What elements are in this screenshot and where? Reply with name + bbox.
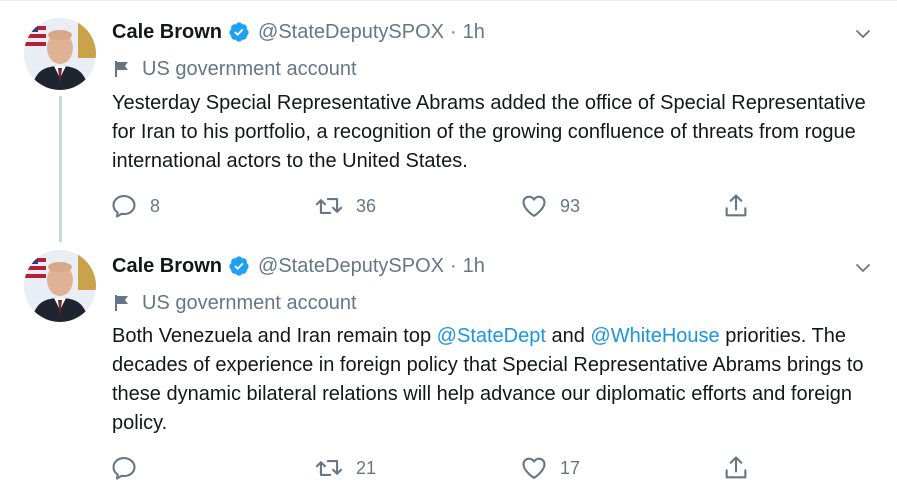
verified-badge-icon bbox=[228, 21, 250, 43]
separator-dot: · bbox=[449, 20, 457, 43]
retweet-count: 36 bbox=[356, 195, 377, 216]
chevron-down-icon[interactable] bbox=[853, 24, 873, 44]
like-icon bbox=[522, 195, 546, 217]
avatar[interactable] bbox=[24, 18, 96, 90]
tweet-actions: 8 36 93 bbox=[110, 190, 770, 222]
author-name[interactable]: Cale Brown bbox=[112, 21, 222, 44]
retweet-button[interactable]: 36 bbox=[314, 190, 376, 222]
retweet-icon bbox=[315, 198, 343, 214]
tweet[interactable] bbox=[0, 238, 897, 495]
share-icon bbox=[725, 194, 747, 217]
share-button[interactable] bbox=[722, 190, 750, 222]
government-label: US government account bbox=[112, 57, 357, 81]
tweet[interactable]: Cale Brown @StateDeputySPOX · 1h US gove… bbox=[0, 0, 897, 242]
government-label-text: US government account bbox=[142, 57, 357, 80]
tweet-header: Cale Brown @StateDeputySPOX · 1h bbox=[112, 19, 485, 45]
reply-button[interactable]: 8 bbox=[110, 190, 160, 222]
reply-icon bbox=[112, 195, 136, 218]
flag-icon bbox=[114, 60, 130, 78]
like-button[interactable]: 93 bbox=[520, 190, 580, 222]
thread-connector bbox=[59, 96, 62, 242]
author-handle[interactable]: @StateDeputySPOX bbox=[258, 21, 444, 44]
reply-count: 8 bbox=[150, 195, 161, 216]
like-count: 93 bbox=[560, 195, 581, 216]
timestamp[interactable]: 1h bbox=[463, 21, 485, 44]
tweet-text: Yesterday Special Representative Abrams … bbox=[112, 92, 866, 172]
avatar[interactable] bbox=[24, 250, 96, 322]
